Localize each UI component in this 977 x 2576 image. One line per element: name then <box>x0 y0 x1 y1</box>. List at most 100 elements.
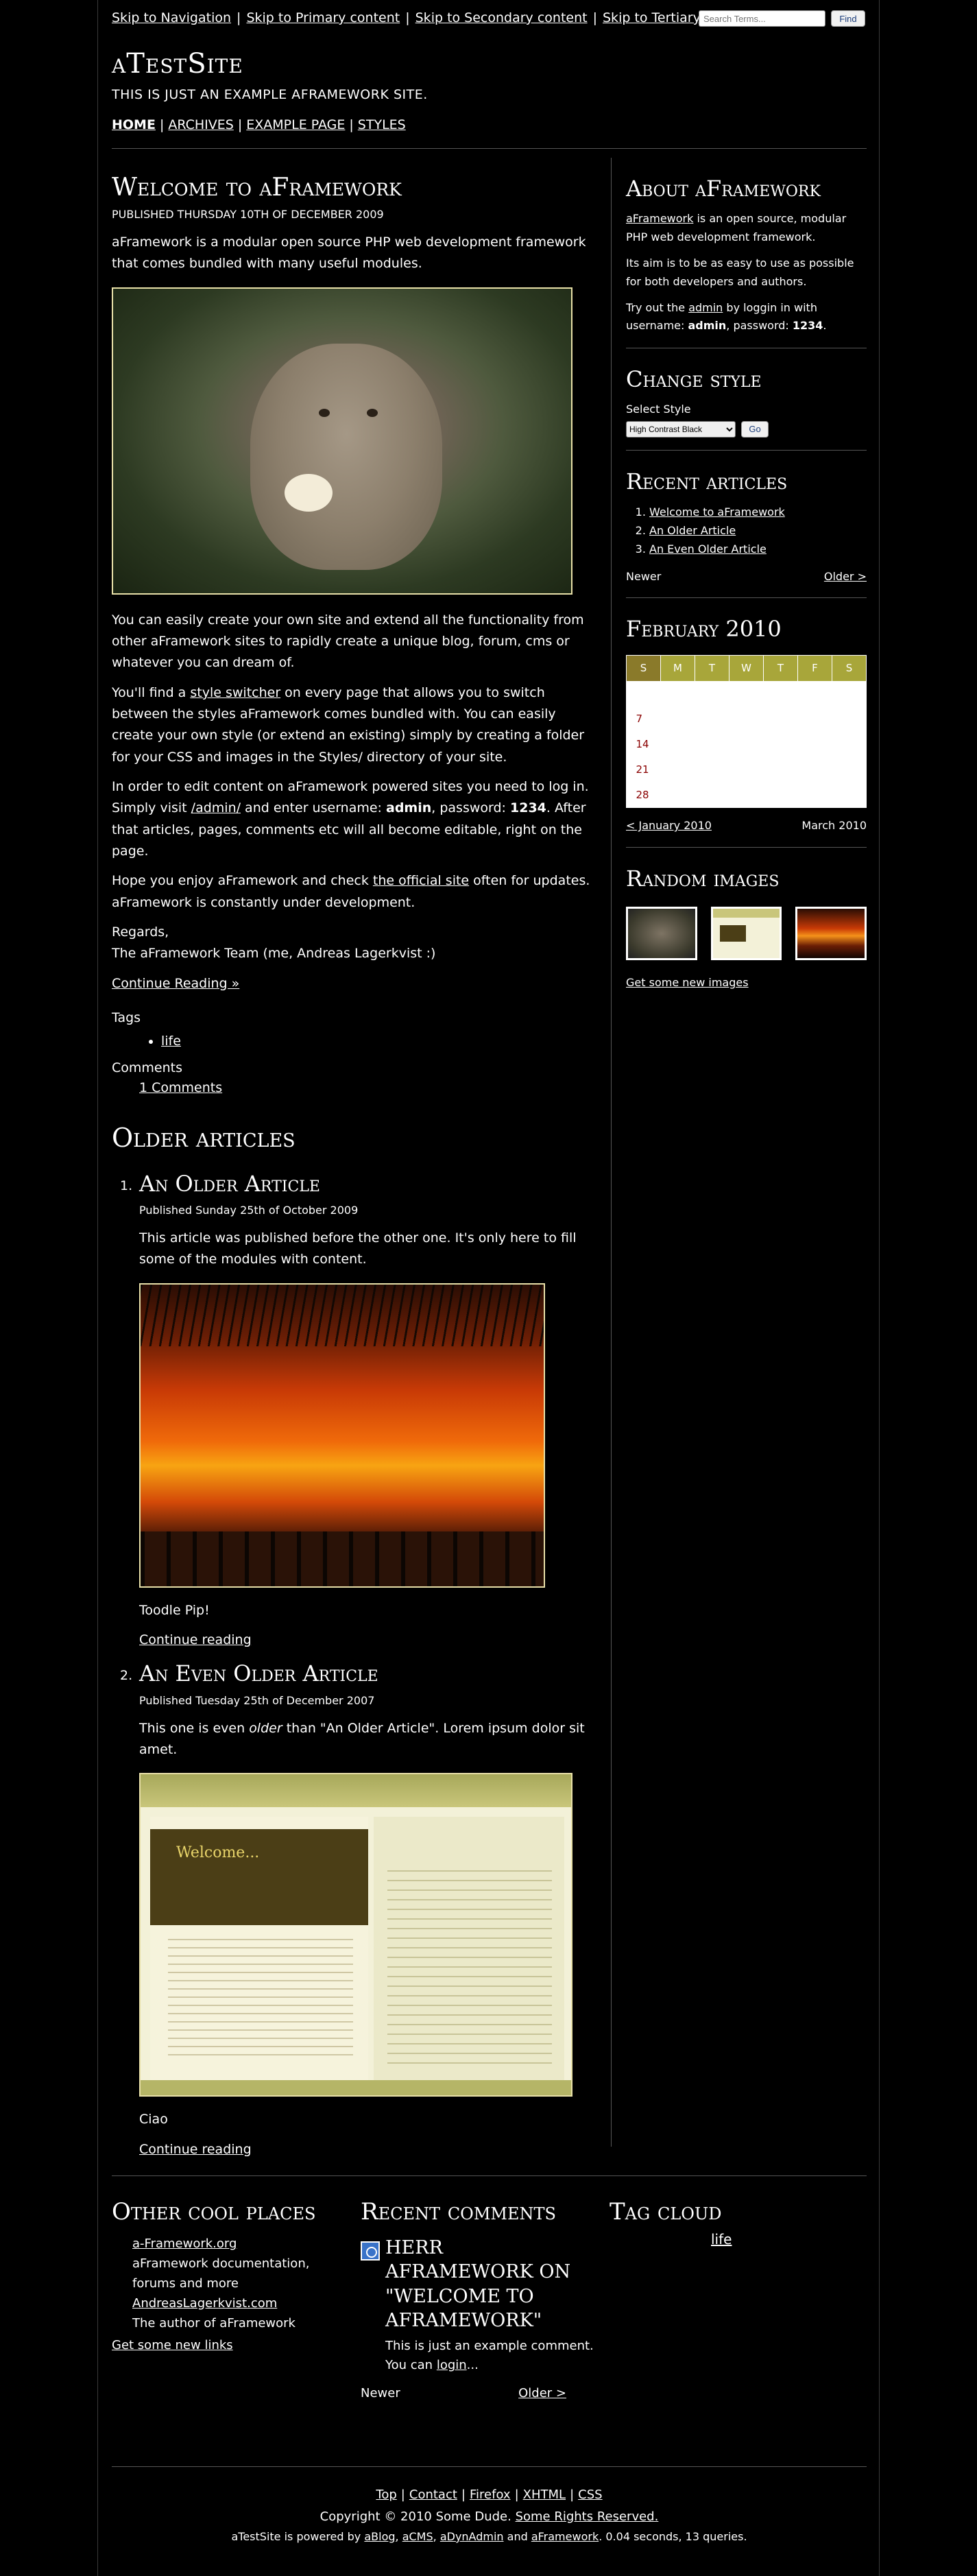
calendar-day-header: F <box>797 654 832 682</box>
divider <box>626 449 867 451</box>
calendar-date: 28 <box>636 789 649 802</box>
select-style-label: Select Style <box>626 403 691 416</box>
new-links-link[interactable]: Get some new links <box>112 2338 233 2352</box>
recent-article-link[interactable]: An Older Article <box>649 524 736 537</box>
tags-list: life <box>161 1031 599 1051</box>
aframework-link[interactable]: aFramework <box>626 212 693 225</box>
post-title[interactable]: Welcome to aFramework <box>112 173 599 202</box>
style-select[interactable]: High Contrast Black <box>626 420 736 438</box>
list-number: 1. <box>120 1178 133 1193</box>
random-images <box>626 907 867 961</box>
acms-link[interactable]: aCMS <box>402 2530 433 2543</box>
nav-item-example-page[interactable]: Example Page <box>246 117 345 132</box>
about-paragraph-3: Try out the admin by loggin in with user… <box>626 299 867 335</box>
comment-title[interactable]: Herr aFramework on "Welcome to aFramewor… <box>385 2236 594 2332</box>
places-title: Other cool places <box>112 2198 316 2226</box>
separator: | <box>159 117 165 132</box>
newer-label: Newer <box>626 569 662 583</box>
skip-secondary-link[interactable]: Skip to Secondary content <box>415 10 588 25</box>
thumbnail-monkey[interactable] <box>626 907 697 961</box>
style-switcher-link[interactable]: style switcher <box>190 685 280 700</box>
calendar-day-header: S <box>832 654 867 682</box>
thumbnail-sunset[interactable] <box>795 907 867 961</box>
style-go-button[interactable]: Go <box>741 420 769 438</box>
css-link[interactable]: CSS <box>578 2488 602 2502</box>
copyright-text: Copyright © 2010 Some Dude. <box>319 2509 511 2524</box>
continue-reading-link[interactable]: Continue reading <box>139 1632 252 1647</box>
place-link[interactable]: a-Framework.org <box>132 2237 237 2251</box>
post-paragraph-1: You can easily create your own site and … <box>112 612 584 671</box>
admin-link[interactable]: /admin/ <box>191 800 241 815</box>
adynadmin-link[interactable]: aDynAdmin <box>440 2530 504 2543</box>
about-title: About aFramework <box>626 176 821 202</box>
tag-cloud-title: Tag cloud <box>610 2198 722 2226</box>
article-body: This one is even older than "An Older Ar… <box>139 1718 599 1761</box>
style-form: High Contrast Black Go <box>626 420 867 438</box>
article-after: Ciao <box>139 2112 168 2127</box>
ablog-link[interactable]: aBlog <box>364 2530 395 2543</box>
thumbnail-screenshot[interactable] <box>710 907 782 961</box>
text: Regards, <box>112 925 169 940</box>
places-list: a-Framework.org aFramework documentation… <box>132 2234 345 2333</box>
continue-reading-link[interactable]: Continue Reading » <box>112 976 239 991</box>
separator: | <box>592 10 597 25</box>
nav-item-styles[interactable]: Styles <box>358 117 406 132</box>
xhtml-link[interactable]: XHTML <box>523 2488 566 2502</box>
new-images-link[interactable]: Get some new images <box>626 976 749 989</box>
search-button[interactable]: Find <box>831 10 865 27</box>
separator: | <box>400 2488 405 2502</box>
powered-by: aTestSite is powered by aBlog, aCMS, aDy… <box>231 2530 747 2543</box>
post-date: Published Thursday 10th of December 2009 <box>112 208 384 222</box>
recent-article-link[interactable]: An Even Older Article <box>649 542 767 556</box>
text: ... <box>466 2358 479 2373</box>
separator: | <box>237 10 241 25</box>
contact-link[interactable]: Contact <box>409 2488 457 2502</box>
continue-reading-link[interactable]: Continue reading <box>139 2142 252 2157</box>
recent-article-link[interactable]: Welcome to aFramework <box>649 505 785 518</box>
recent-articles-pager: Newer Older > <box>626 569 867 586</box>
older-link[interactable]: Older > <box>518 2384 566 2403</box>
tags-label: Tags <box>112 1010 141 1026</box>
article-title[interactable]: An Even Older Article <box>139 1660 599 1686</box>
recent-articles-title: Recent articles <box>626 468 788 494</box>
monkey-image <box>112 287 572 595</box>
place-link[interactable]: AndreasLagerkvist.com <box>132 2296 277 2311</box>
nav-item-archives[interactable]: Archives <box>168 117 233 132</box>
top-link[interactable]: Top <box>376 2488 396 2502</box>
list-item: Welcome to aFramework <box>649 503 867 521</box>
calendar-day-header: T <box>695 654 729 682</box>
text: , password: <box>431 800 510 816</box>
text: You'll find a <box>112 684 191 700</box>
calendar-day-header: S <box>626 654 661 682</box>
article-after: Toodle Pip! <box>139 1602 210 1618</box>
skip-tertiary-link[interactable]: Skip to Tertiary content <box>603 10 701 25</box>
tag-life-link[interactable]: life <box>161 1034 181 1049</box>
aframework-link[interactable]: aFramework <box>531 2530 599 2543</box>
older-link[interactable]: Older > <box>824 569 867 586</box>
skip-primary-link[interactable]: Skip to Primary content <box>246 10 400 25</box>
calendar-next-label: March 2010 <box>801 819 867 833</box>
calendar-prev-link[interactable]: < January 2010 <box>626 818 712 835</box>
nav-item-home[interactable]: Home <box>112 117 156 132</box>
article-title[interactable]: An Older Article <box>139 1171 599 1197</box>
site-title[interactable]: aTestSite <box>112 43 243 85</box>
rights-link[interactable]: Some Rights Reserved. <box>516 2509 659 2524</box>
admin-link[interactable]: admin <box>688 301 723 314</box>
tag-cloud-life-link[interactable]: life <box>711 2231 732 2247</box>
site-info: Top | Contact | Firefox | XHTML | CSS Copyright … <box>112 2484 867 2547</box>
search-input[interactable] <box>699 10 825 27</box>
skip-navigation-link[interactable]: Skip to Navigation <box>112 10 231 25</box>
username-value: admin <box>688 319 727 333</box>
list-number: 2. <box>120 1668 133 1684</box>
monkey-eye <box>319 408 330 417</box>
separator: | <box>349 117 354 132</box>
post-paragraph-3: In order to edit content on aFramework p… <box>112 776 599 862</box>
comments-link[interactable]: 1 Comments <box>139 1080 222 1095</box>
login-link[interactable]: login <box>437 2358 467 2372</box>
firefox-link[interactable]: Firefox <box>470 2488 511 2502</box>
screenshot-welcome-text: Welcome... <box>176 1844 260 1862</box>
divider <box>626 597 867 599</box>
monkey-food <box>285 473 333 512</box>
official-site-link[interactable]: the official site <box>373 873 469 888</box>
primary-content: Welcome to aFramework Published Thursday… <box>112 158 599 2160</box>
